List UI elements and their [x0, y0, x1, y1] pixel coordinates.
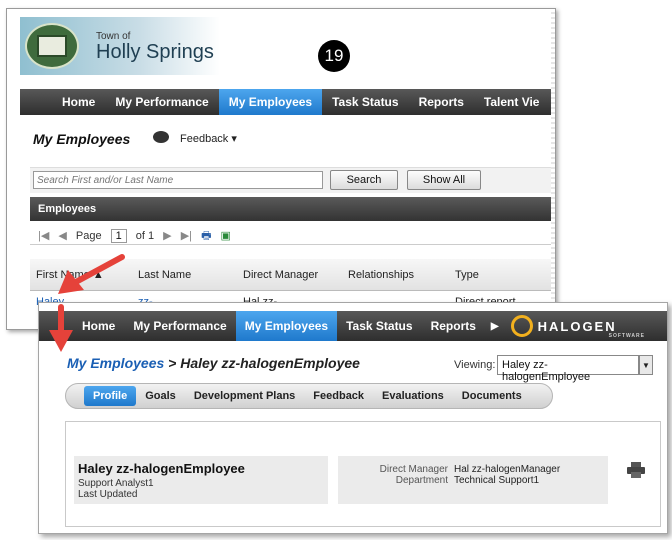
speech-bubble-icon [153, 131, 169, 143]
nav-home[interactable]: Home [73, 311, 124, 341]
department-label: Department [395, 475, 448, 486]
halogen-ring-icon [510, 315, 533, 337]
chevron-down-icon[interactable]: ▼ [639, 355, 653, 375]
page-label: Page [75, 230, 102, 242]
show-all-button[interactable]: Show All [407, 170, 481, 190]
tab-evaluations[interactable]: Evaluations [373, 386, 453, 406]
nav-my-performance[interactable]: My Performance [105, 89, 218, 115]
viewing-label: Viewing: [454, 359, 496, 371]
next-page-icon[interactable]: ▶ [163, 230, 171, 242]
profile-card: Haley zz-halogenEmployee Support Analyst… [65, 421, 661, 527]
nav-task-status[interactable]: Task Status [322, 89, 408, 115]
col-first-name[interactable]: First Name ▲ [36, 269, 104, 281]
breadcrumb: My Employees > Haley zz-halogenEmployee [67, 355, 360, 371]
nav-my-performance[interactable]: My Performance [124, 311, 235, 341]
employee-title: Support Analyst1 [78, 478, 154, 489]
profile-tab-bar: Profile Goals Development Plans Feedback… [65, 383, 553, 409]
nav-home[interactable]: Home [52, 89, 105, 115]
direct-manager-label: Direct Manager [379, 464, 448, 475]
col-type[interactable]: Type [455, 269, 479, 281]
search-row: Search Show All [30, 167, 555, 193]
nav-talent-view[interactable]: Talent Vie [474, 89, 550, 115]
nav-more-arrow-icon[interactable]: ▶ [485, 311, 505, 341]
halogen-logo: HALOGEN [510, 311, 617, 341]
breadcrumb-current: > Haley zz-halogenEmployee [164, 355, 360, 371]
tab-development-plans[interactable]: Development Plans [185, 386, 304, 406]
nav-task-status[interactable]: Task Status [337, 311, 421, 341]
nav-reports[interactable]: Reports [422, 311, 485, 341]
tab-profile[interactable]: Profile [84, 386, 137, 406]
pager: |◀ ◀ Page 1 of 1 ▶ ▶| 🖶 ▣ [30, 223, 555, 245]
print-icon[interactable] [626, 462, 646, 478]
search-button[interactable]: Search [330, 170, 398, 190]
logo-big-text: Holly Springs [96, 41, 214, 63]
column-header-row: First Name ▲ Last Name Direct Manager Re… [30, 259, 555, 291]
front-nav-bar: Home My Performance My Employees Task St… [39, 311, 667, 341]
col-direct-manager[interactable]: Direct Manager [243, 269, 318, 281]
nav-my-employees[interactable]: My Employees [218, 89, 323, 115]
first-page-icon[interactable]: |◀ [38, 230, 49, 242]
nav-reports[interactable]: Reports [409, 89, 474, 115]
halogen-brand: HALOGEN [537, 318, 617, 334]
search-input[interactable] [33, 171, 323, 189]
tab-feedback[interactable]: Feedback [304, 386, 373, 406]
page-number-input[interactable]: 1 [110, 229, 127, 243]
town-seal-icon [25, 23, 79, 69]
tab-goals[interactable]: Goals [136, 386, 185, 406]
torn-edge [551, 9, 555, 329]
halogen-brand-sub: SOFTWARE [608, 333, 645, 339]
profile-details: Direct Manager Hal zz-halogenManager Dep… [338, 456, 608, 504]
last-updated: Last Updated [78, 489, 138, 500]
col-relationships[interactable]: Relationships [348, 269, 414, 281]
employee-name: Haley zz-halogenEmployee [78, 461, 245, 476]
back-nav-bar: Home My Performance My Employees Task St… [20, 89, 555, 115]
last-page-icon[interactable]: ▶| [181, 230, 192, 242]
direct-manager-value: Hal zz-halogenManager [454, 464, 561, 475]
back-screenshot: Town of Holly Springs 19 Home My Perform… [6, 8, 556, 330]
page-title: My Employees [33, 131, 131, 147]
col-last-name[interactable]: Last Name [138, 269, 191, 281]
step-number-badge: 19 [318, 40, 350, 72]
page-of-label: of 1 [135, 230, 155, 242]
print-icon[interactable]: 🖶 [201, 230, 211, 242]
town-logo: Town of Holly Springs [20, 17, 220, 75]
excel-export-icon[interactable]: ▣ [221, 230, 231, 242]
tab-documents[interactable]: Documents [453, 386, 531, 406]
profile-summary: Haley zz-halogenEmployee Support Analyst… [74, 456, 328, 504]
prev-page-icon[interactable]: ◀ [58, 230, 66, 242]
feedback-menu[interactable]: Feedback ▾ [180, 132, 237, 145]
viewing-select[interactable]: Haley zz-halogenEmployee [497, 355, 639, 383]
nav-my-employees[interactable]: My Employees [235, 311, 338, 341]
front-screenshot: Home My Performance My Employees Task St… [38, 302, 668, 534]
department-value: Technical Support1 [454, 475, 540, 486]
employees-grid-title: Employees [30, 197, 555, 221]
breadcrumb-my-employees-link[interactable]: My Employees [67, 355, 164, 371]
